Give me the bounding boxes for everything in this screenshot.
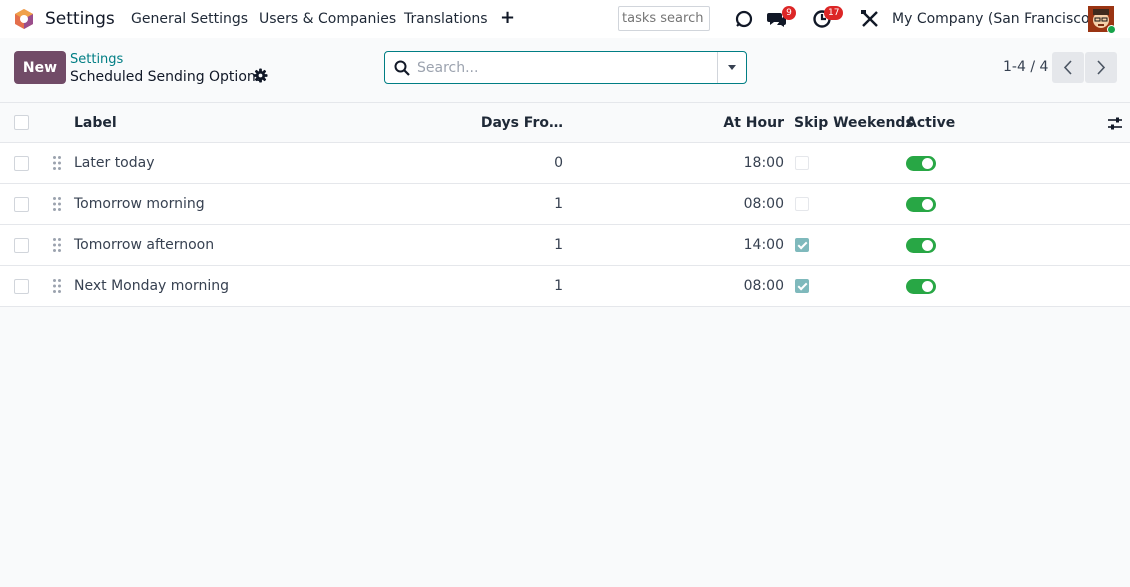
active-toggle[interactable]: [906, 279, 936, 294]
row-days[interactable]: 1: [440, 266, 563, 306]
messages-badge: 9: [782, 6, 796, 20]
pager-value[interactable]: 1-4 / 4: [1003, 59, 1048, 75]
row-hour[interactable]: 14:00: [700, 225, 784, 265]
drag-handle-icon[interactable]: [52, 237, 62, 253]
table-row[interactable]: Later today 0 18:00: [0, 143, 1130, 184]
active-toggle[interactable]: [906, 238, 936, 253]
table-row[interactable]: Tomorrow afternoon 1 14:00: [0, 225, 1130, 266]
row-hour[interactable]: 08:00: [700, 184, 784, 224]
search-input[interactable]: [417, 58, 712, 78]
bug-icon[interactable]: [734, 9, 754, 29]
column-at-hour[interactable]: At Hour: [700, 103, 784, 142]
menu-general-settings[interactable]: General Settings: [131, 11, 248, 27]
add-menu-button[interactable]: +: [500, 7, 515, 28]
active-toggle[interactable]: [906, 197, 936, 212]
skip-weekends-checkbox[interactable]: [795, 279, 809, 293]
row-days[interactable]: 0: [440, 143, 563, 183]
drag-handle-icon[interactable]: [52, 278, 62, 294]
column-days-from[interactable]: Days Fro…: [440, 103, 563, 142]
gear-icon[interactable]: [253, 68, 268, 83]
breadcrumb-settings[interactable]: Settings: [70, 52, 123, 67]
app-name[interactable]: Settings: [45, 9, 115, 29]
row-days[interactable]: 1: [440, 225, 563, 265]
row-checkbox[interactable]: [14, 279, 29, 294]
chevron-left-icon: [1063, 60, 1072, 75]
drag-handle-icon[interactable]: [52, 196, 62, 212]
user-avatar[interactable]: [1088, 6, 1116, 34]
odoo-logo-icon[interactable]: [13, 8, 35, 30]
row-checkbox[interactable]: [14, 156, 29, 171]
row-label[interactable]: Later today: [74, 143, 155, 183]
company-switcher[interactable]: My Company (San Francisco): [892, 11, 1095, 27]
pager-next-button[interactable]: [1085, 52, 1117, 83]
row-hour[interactable]: 08:00: [700, 266, 784, 306]
row-checkbox[interactable]: [14, 238, 29, 253]
tasks-search-input[interactable]: [618, 6, 710, 31]
top-navbar: Settings General Settings Users & Compan…: [0, 0, 1130, 38]
search-bar: [384, 51, 747, 84]
list-view-table: Label Days Fro… At Hour Skip Weekends Ac…: [0, 102, 1130, 307]
active-toggle[interactable]: [906, 156, 936, 171]
menu-translations[interactable]: Translations: [404, 11, 488, 27]
pager-previous-button[interactable]: [1052, 52, 1084, 83]
column-skip-weekends[interactable]: Skip Weekends: [794, 103, 914, 142]
online-status-dot: [1107, 25, 1116, 34]
tools-icon[interactable]: [860, 9, 880, 29]
search-options-toggle[interactable]: [717, 52, 746, 83]
column-active[interactable]: Active: [906, 103, 955, 142]
table-row[interactable]: Next Monday morning 1 08:00: [0, 266, 1130, 307]
chevron-right-icon: [1097, 60, 1106, 75]
search-icon: [394, 60, 410, 76]
skip-weekends-checkbox[interactable]: [795, 197, 809, 211]
select-all-checkbox[interactable]: [14, 115, 29, 130]
table-row[interactable]: Tomorrow morning 1 08:00: [0, 184, 1130, 225]
row-label[interactable]: Tomorrow afternoon: [74, 225, 214, 265]
drag-handle-icon[interactable]: [52, 155, 62, 171]
column-label[interactable]: Label: [74, 103, 117, 142]
new-button[interactable]: New: [14, 51, 66, 84]
menu-users-companies[interactable]: Users & Companies: [259, 11, 396, 27]
skip-weekends-checkbox[interactable]: [795, 238, 809, 252]
row-checkbox[interactable]: [14, 197, 29, 212]
table-header: Label Days Fro… At Hour Skip Weekends Ac…: [0, 103, 1130, 143]
row-days[interactable]: 1: [440, 184, 563, 224]
optional-columns-icon[interactable]: [1107, 116, 1123, 131]
skip-weekends-checkbox[interactable]: [795, 156, 809, 170]
row-label[interactable]: Next Monday morning: [74, 266, 229, 306]
row-hour[interactable]: 18:00: [700, 143, 784, 183]
row-label[interactable]: Tomorrow morning: [74, 184, 205, 224]
activities-badge: 17: [824, 6, 844, 20]
page-title: Scheduled Sending Options: [70, 69, 264, 85]
